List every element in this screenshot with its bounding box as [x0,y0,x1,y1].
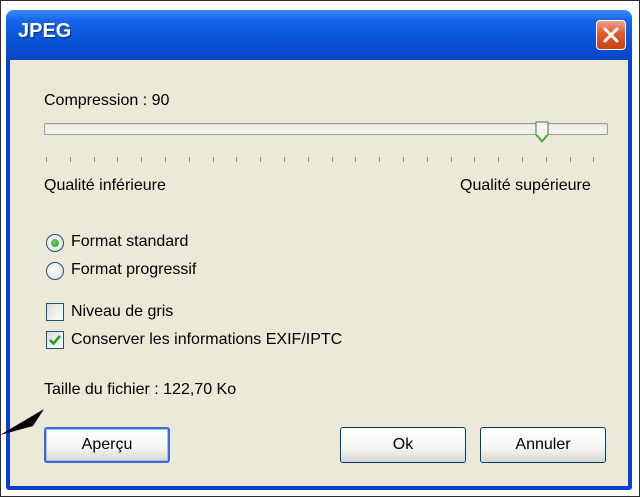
grayscale-label[interactable]: Niveau de gris [71,303,173,321]
slider-tick [189,157,190,162]
slider-tick [70,157,71,162]
slider-tick [546,157,547,162]
compression-slider-track[interactable] [44,123,608,135]
slider-tick [284,157,285,162]
slider-tick [94,157,95,162]
checkbox-grayscale[interactable] [46,303,64,321]
jpeg-dialog: JPEG Compression : 90 Qualité inférieure… [6,10,632,490]
preview-button[interactable]: Aperçu [44,427,170,463]
exif-label[interactable]: Conserver les informations EXIF/IPTC [71,331,342,349]
slider-tick [570,157,571,162]
slider-min-label: Qualité inférieure [44,177,166,194]
format-standard-label[interactable]: Format standard [71,233,188,251]
slider-tick [236,157,237,162]
close-icon [603,27,619,43]
slider-max-label: Qualité supérieure [460,177,591,194]
slider-tick [332,157,333,162]
slider-tick [165,157,166,162]
format-progressive-label[interactable]: Format progressif [71,261,196,279]
slider-tick [498,157,499,162]
title-bar[interactable]: JPEG [6,10,632,60]
compression-label: Compression : 90 [44,92,170,109]
slider-tick [213,157,214,162]
radio-format-standard[interactable] [46,234,64,252]
radio-format-progressive[interactable] [46,262,64,280]
ok-button[interactable]: Ok [340,427,466,463]
dialog-body: Compression : 90 Qualité inférieure Qual… [10,60,628,486]
cancel-button[interactable]: Annuler [480,427,606,463]
checkbox-exif[interactable] [46,331,64,349]
slider-tick [117,157,118,162]
slider-tick [451,157,452,162]
slider-tick [593,157,594,162]
close-button[interactable] [596,20,626,50]
slider-tick [355,157,356,162]
slider-tick [308,157,309,162]
slider-tick [474,157,475,162]
file-size-label: Taille du fichier : 122,70 Ko [44,381,237,398]
slider-tick [427,157,428,162]
checkmark-icon [49,335,61,346]
radio-selected-dot [51,239,59,247]
compression-slider-thumb[interactable] [535,121,549,143]
slider-tick [522,157,523,162]
arrow-pointer-icon [0,409,44,435]
slider-tick [46,157,47,162]
slider-tick [141,157,142,162]
slider-tick [403,157,404,162]
slider-tick [379,157,380,162]
window-title: JPEG [18,20,72,42]
slider-tick [260,157,261,162]
